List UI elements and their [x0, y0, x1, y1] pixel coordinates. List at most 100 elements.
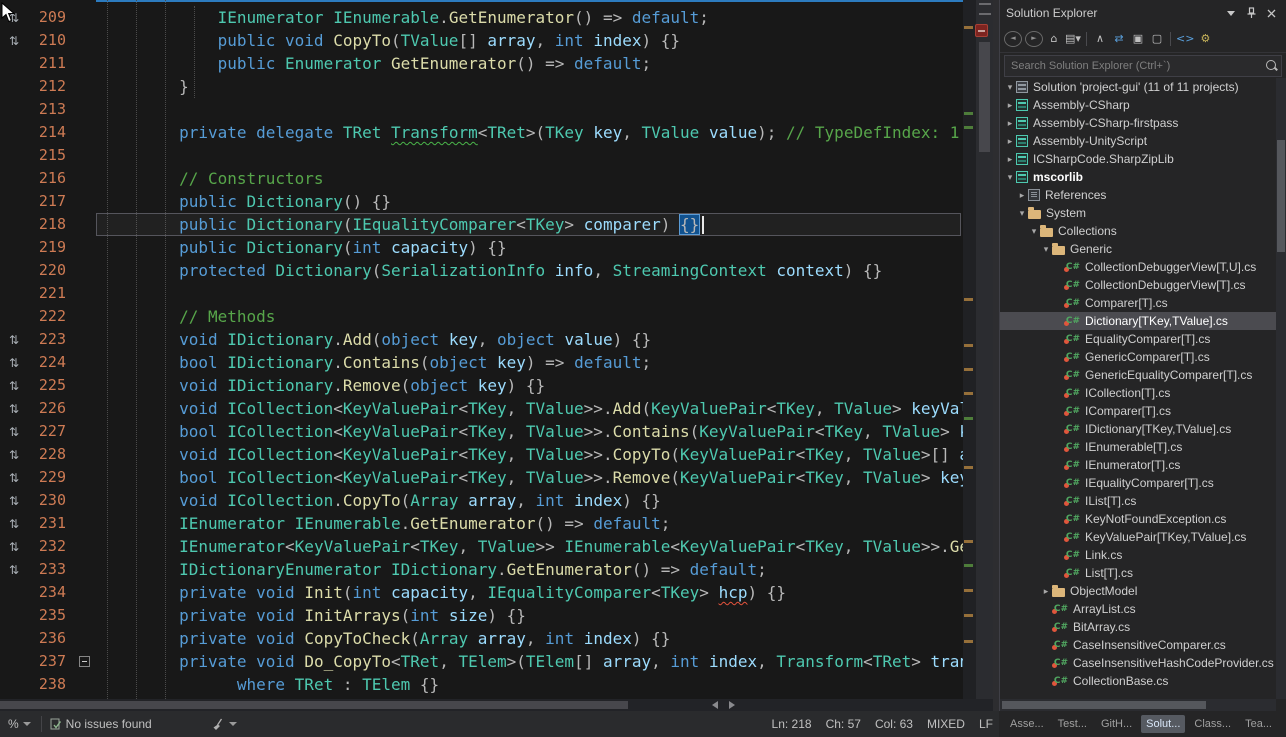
line-number-225[interactable]: 225	[28, 374, 76, 397]
indent-mode-indicator[interactable]: MIXED	[927, 717, 965, 731]
tree-item-references[interactable]: ▸References	[1000, 186, 1276, 204]
code-line-212[interactable]: }	[96, 75, 963, 98]
chevron-expanded-icon[interactable]: ▾	[1004, 172, 1016, 183]
code-line-210[interactable]: public void CopyTo(TValue[] array, int i…	[96, 29, 963, 52]
tree-item-assembly-unityscript[interactable]: ▸Assembly-UnityScript	[1000, 132, 1276, 150]
tree-item-caseinsensitivehashcodeprovider-cs[interactable]: C#CaseInsensitiveHashCodeProvider.cs	[1000, 654, 1276, 672]
code-line-223[interactable]: void IDictionary.Add(object key, object …	[96, 328, 963, 351]
collapse-all-button[interactable]: ∧	[1092, 31, 1108, 47]
editor-horizontal-scrollbar[interactable]	[0, 699, 993, 711]
panel-tab-tea[interactable]: Tea...	[1240, 715, 1277, 733]
line-number-229[interactable]: 229	[28, 466, 76, 489]
tree-item-ilist-t-cs[interactable]: C#IList[T].cs	[1000, 492, 1276, 510]
implements-icon[interactable]: ⇅	[9, 563, 19, 577]
line-number-224[interactable]: 224	[28, 351, 76, 374]
column-indicator[interactable]: Col: 63	[875, 717, 913, 731]
scroll-left-arrow-icon[interactable]	[712, 701, 718, 709]
pin-button[interactable]	[1242, 5, 1260, 21]
tree-item-assembly-csharp[interactable]: ▸Assembly-CSharp	[1000, 96, 1276, 114]
scrollbar-split-grip[interactable]	[979, 3, 991, 15]
char-indicator[interactable]: Ch: 57	[826, 717, 861, 731]
switch-views-button[interactable]: ▤▾	[1065, 31, 1081, 47]
chevron-expanded-icon[interactable]: ▾	[1016, 208, 1028, 219]
zoom-caret-icon[interactable]	[23, 722, 31, 726]
implements-icon[interactable]: ⇅	[9, 517, 19, 531]
chevron-collapsed-icon[interactable]: ▸	[1016, 190, 1028, 201]
solution-explorer-header[interactable]: Solution Explorer	[1000, 0, 1286, 26]
implements-icon[interactable]: ⇅	[9, 448, 19, 462]
tree-item-comparer-t-cs[interactable]: C#Comparer[T].cs	[1000, 294, 1276, 312]
preview-selected-items-button[interactable]: ▢	[1149, 31, 1165, 47]
tree-item-list-t-cs[interactable]: C#List[T].cs	[1000, 564, 1276, 582]
tree-item-ienumerator-t-cs[interactable]: C#IEnumerator[T].cs	[1000, 456, 1276, 474]
tree-item-dictionary-tkey-tvalue-cs[interactable]: C#Dictionary[TKey,TValue].cs	[1000, 312, 1276, 330]
chevron-collapsed-icon[interactable]: ▸	[1004, 100, 1016, 111]
code-line-237[interactable]: private void Do_CopyTo<TRet, TElem>(TEle…	[96, 650, 963, 673]
code-line-228[interactable]: void ICollection<KeyValuePair<TKey, TVal…	[96, 443, 963, 466]
line-number-210[interactable]: 210	[28, 29, 76, 52]
line-number-226[interactable]: 226	[28, 397, 76, 420]
chevron-collapsed-icon[interactable]: ▸	[1040, 586, 1052, 597]
eol-indicator[interactable]: LF	[979, 717, 993, 731]
code-cleanup-caret-icon[interactable]	[229, 722, 237, 726]
implements-icon[interactable]: ⇅	[9, 379, 19, 393]
line-number-227[interactable]: 227	[28, 420, 76, 443]
code-line-211[interactable]: public Enumerator GetEnumerator() => def…	[96, 52, 963, 75]
line-number-216[interactable]: 216	[28, 167, 76, 190]
code-line-222[interactable]: // Methods	[96, 305, 963, 328]
line-number-214[interactable]: 214	[28, 121, 76, 144]
home-button[interactable]: ⌂	[1046, 31, 1062, 47]
tree-vertical-scrollbar-thumb[interactable]	[1277, 140, 1285, 252]
chevron-expanded-icon[interactable]: ▾	[1040, 244, 1052, 255]
line-number-235[interactable]: 235	[28, 604, 76, 627]
search-box[interactable]	[1004, 55, 1282, 77]
tree-item-bitarray-cs[interactable]: C#BitArray.cs	[1000, 618, 1276, 636]
tree-item-arraylist-cs[interactable]: C#ArrayList.cs	[1000, 600, 1276, 618]
code-line-238[interactable]: where TRet : TElem {}	[96, 673, 963, 696]
code-line-233[interactable]: IDictionaryEnumerator IDictionary.GetEnu…	[96, 558, 963, 581]
chevron-collapsed-icon[interactable]: ▸	[1004, 154, 1016, 165]
chevron-collapsed-icon[interactable]: ▸	[1004, 136, 1016, 147]
code-line-209[interactable]: IEnumerator IEnumerable.GetEnumerator() …	[96, 6, 963, 29]
line-number-236[interactable]: 236	[28, 627, 76, 650]
search-icon[interactable]	[1266, 60, 1276, 70]
sync-with-active-document-button[interactable]: ⇄	[1111, 31, 1127, 47]
code-line-227[interactable]: bool ICollection<KeyValuePair<TKey, TVal…	[96, 420, 963, 443]
line-indicator[interactable]: Ln: 218	[772, 717, 812, 731]
line-number-220[interactable]: 220	[28, 259, 76, 282]
tree-item-system[interactable]: ▾System	[1000, 204, 1276, 222]
implements-icon[interactable]: ⇅	[9, 540, 19, 554]
panel-tab-class[interactable]: Class...	[1189, 715, 1236, 733]
search-input[interactable]	[1005, 56, 1281, 76]
tree-item-ienumerable-t-cs[interactable]: C#IEnumerable[T].cs	[1000, 438, 1276, 456]
line-number-217[interactable]: 217	[28, 190, 76, 213]
code-line-215[interactable]	[96, 144, 963, 167]
tree-item-objectmodel[interactable]: ▸ObjectModel	[1000, 582, 1276, 600]
tree-item-mscorlib[interactable]: ▾mscorlib	[1000, 168, 1276, 186]
view-code-button[interactable]: <>	[1176, 31, 1194, 47]
tree-vertical-scrollbar[interactable]	[1276, 78, 1286, 699]
code-line-239[interactable]: private static KeyValuePair<TKey, TValue…	[96, 696, 963, 699]
line-number-221[interactable]: 221	[28, 282, 76, 305]
code-line-224[interactable]: bool IDictionary.Contains(object key) =>…	[96, 351, 963, 374]
tree-item-iequalitycomparer-t-cs[interactable]: C#IEqualityComparer[T].cs	[1000, 474, 1276, 492]
code-line-221[interactable]	[96, 282, 963, 305]
chevron-expanded-icon[interactable]: ▾	[1028, 226, 1040, 237]
code-line-226[interactable]: void ICollection<KeyValuePair<TKey, TVal…	[96, 397, 963, 420]
line-number-215[interactable]: 215	[28, 144, 76, 167]
issues-indicator[interactable]: No issues found	[50, 717, 152, 731]
implements-icon[interactable]: ⇅	[9, 402, 19, 416]
line-number-213[interactable]: 213	[28, 98, 76, 121]
zoom-control[interactable]: %	[8, 717, 31, 731]
code-line-213[interactable]	[96, 98, 963, 121]
window-position-button[interactable]	[1222, 5, 1240, 21]
tree-item-collectionbase-cs[interactable]: C#CollectionBase.cs	[1000, 672, 1276, 690]
line-number-237[interactable]: 237	[28, 650, 76, 673]
line-number-232[interactable]: 232	[28, 535, 76, 558]
line-number-230[interactable]: 230	[28, 489, 76, 512]
tree-item-solution-project-gui-11-of-11-projects[interactable]: ▾Solution 'project-gui' (11 of 11 projec…	[1000, 78, 1276, 96]
panel-tab-asse[interactable]: Asse...	[1005, 715, 1049, 733]
outline-collapse-icon[interactable]	[79, 656, 90, 667]
tree-item-link-cs[interactable]: C#Link.cs	[1000, 546, 1276, 564]
code-line-219[interactable]: public Dictionary(int capacity) {}	[96, 236, 963, 259]
